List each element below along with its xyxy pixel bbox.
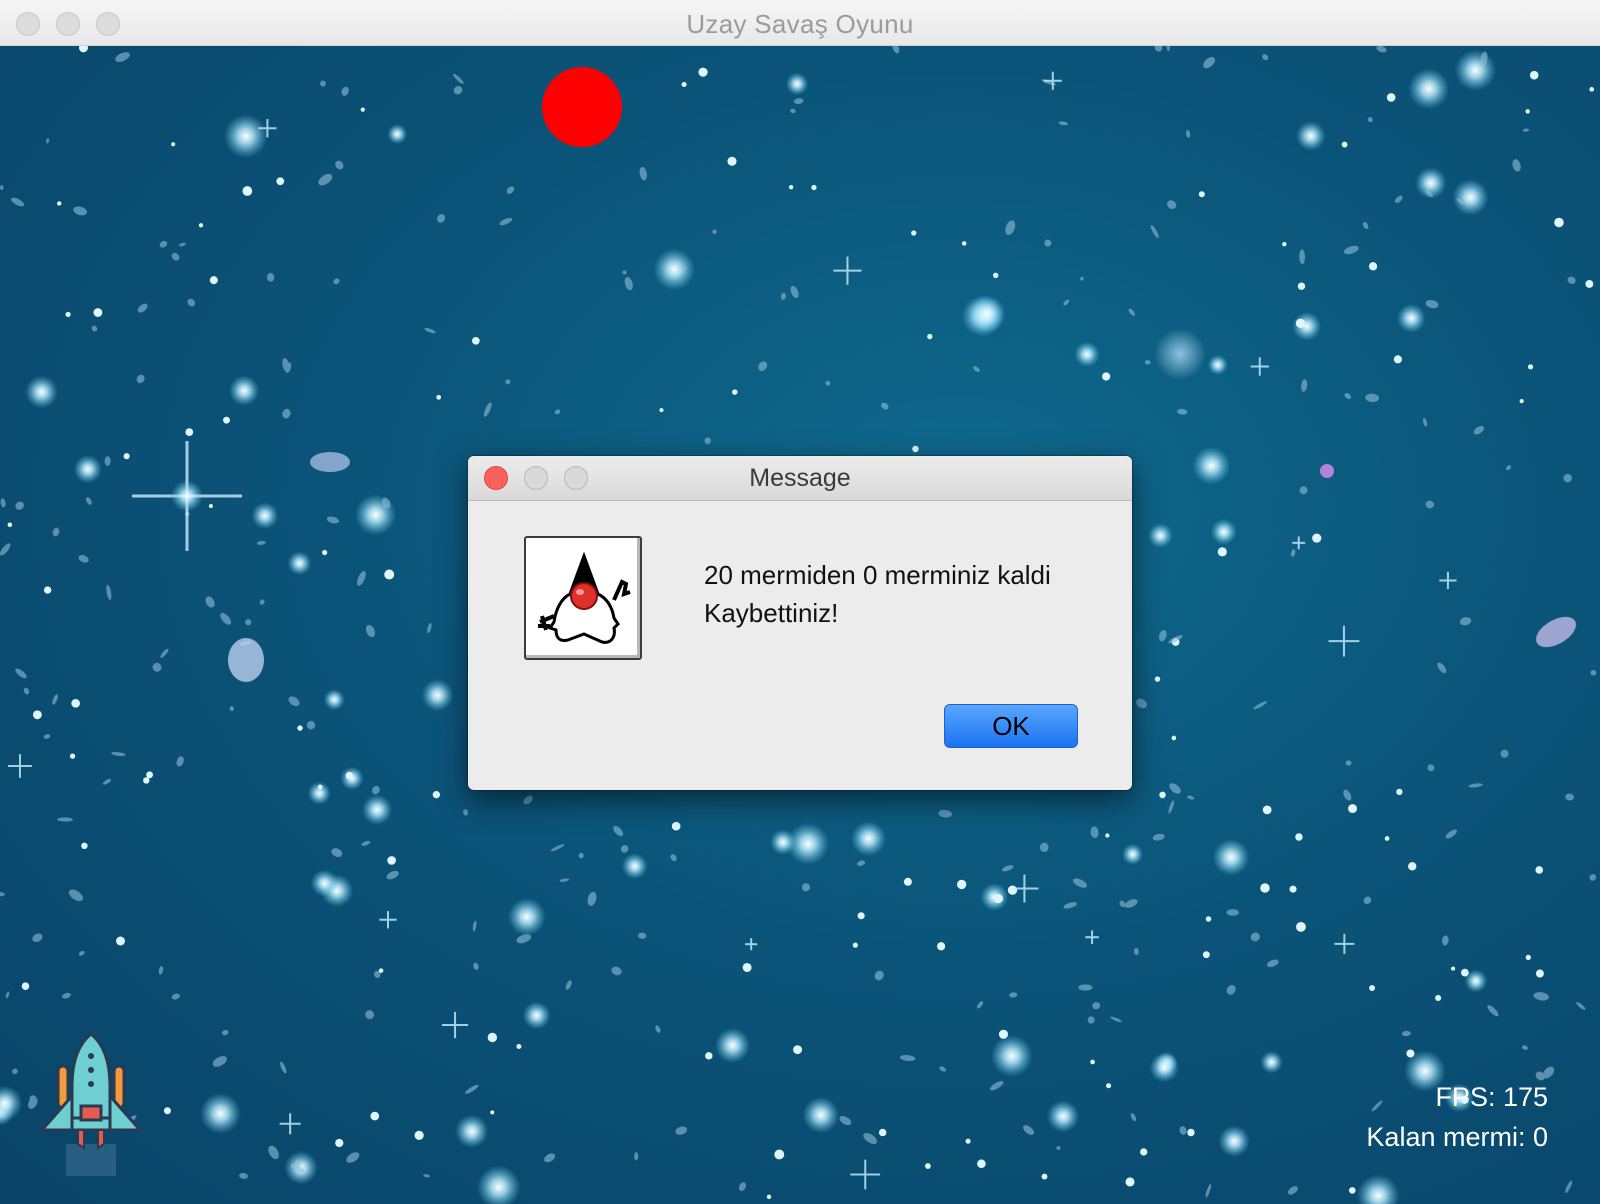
window-title: Uzay Savaş Oyunu bbox=[686, 9, 914, 39]
enemy-red-ball bbox=[542, 67, 622, 147]
ammo-counter: Kalan mermi: 0 bbox=[1366, 1122, 1548, 1152]
message-dialog: Message 20 mermiden 0 merminiz kaldi Kay… bbox=[468, 456, 1132, 790]
dialog-message-line-2: Kaybettiniz! bbox=[704, 598, 839, 628]
fps-counter: FPS: 175 bbox=[1435, 1082, 1548, 1112]
dialog-message: 20 mermiden 0 merminiz kaldi Kaybettiniz… bbox=[704, 556, 1051, 632]
spaceship-icon bbox=[38, 1032, 144, 1176]
ok-button[interactable]: OK bbox=[944, 704, 1078, 748]
java-duke-icon bbox=[524, 536, 642, 660]
dialog-title: Message bbox=[749, 464, 851, 492]
game-window: Uzay Savaş Oyunu FPS: 175 Kalan mermi: 0… bbox=[0, 0, 1600, 1204]
dialog-titlebar[interactable]: Message bbox=[468, 456, 1132, 501]
dialog-message-line-1: 20 mermiden 0 merminiz kaldi bbox=[704, 560, 1051, 590]
window-titlebar[interactable]: Uzay Savaş Oyunu bbox=[0, 0, 1600, 46]
